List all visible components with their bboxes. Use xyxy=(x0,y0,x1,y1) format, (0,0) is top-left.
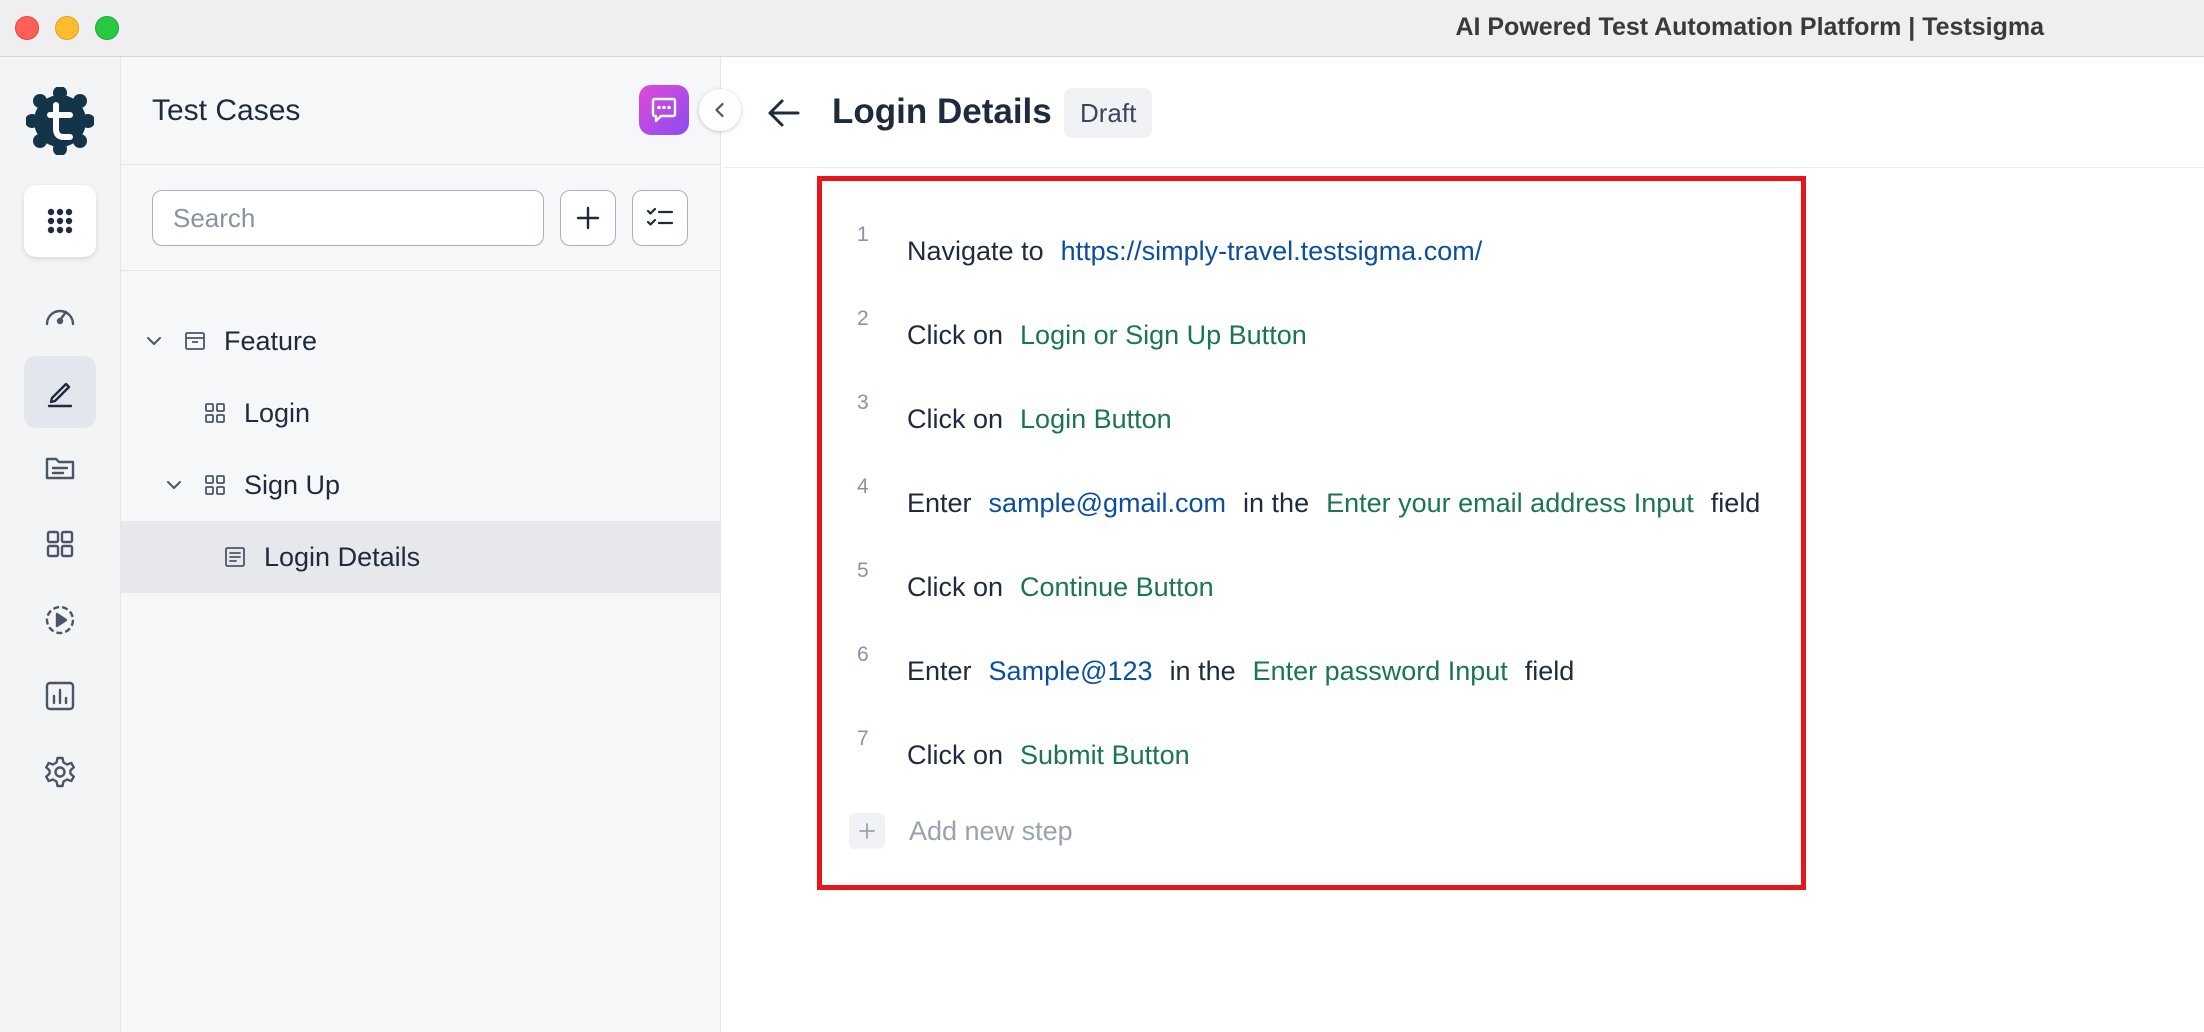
step-element[interactable]: Continue Button xyxy=(1020,572,1214,603)
runs-icon[interactable] xyxy=(24,584,96,656)
chevron-left-icon xyxy=(715,102,724,118)
step-text: Click on Login Button xyxy=(907,404,1172,435)
testsigma-logo-icon[interactable] xyxy=(25,86,95,156)
step-action-text: field xyxy=(1524,655,1575,686)
step-text: Enter Sample@123 in the Enter password Inpu… xyxy=(907,656,1574,687)
step-action-text: Enter xyxy=(907,655,972,686)
ai-chat-button[interactable] xyxy=(639,85,689,135)
divider xyxy=(121,270,721,271)
add-new-step-button[interactable]: Add new step xyxy=(849,813,1073,849)
step-test-data[interactable]: Sample@123 xyxy=(989,656,1153,687)
tree-item-login[interactable]: Login xyxy=(121,377,721,449)
chevron-down-icon[interactable] xyxy=(143,330,165,352)
chevron-down-icon[interactable] xyxy=(163,474,185,496)
tree-item-label: Feature xyxy=(224,325,318,356)
plus-icon xyxy=(849,813,885,849)
step-text: Click on Continue Button xyxy=(907,572,1214,603)
step-element[interactable]: Enter your email address Input xyxy=(1326,488,1694,519)
step-action-text: Navigate to xyxy=(907,235,1044,266)
step-element[interactable]: Login or Sign Up Button xyxy=(1020,320,1307,351)
step-action-text: Click on xyxy=(907,739,1004,770)
add-step-label: Add new step xyxy=(909,815,1073,846)
tree-item-login-details[interactable]: Login Details xyxy=(121,521,721,593)
back-arrow-icon[interactable] xyxy=(762,91,806,135)
maximize-window-button[interactable] xyxy=(95,16,119,40)
step-action-text: Enter xyxy=(907,487,972,518)
step-text: Click on Submit Button xyxy=(907,740,1190,771)
step-element[interactable]: Enter password Input xyxy=(1253,656,1508,687)
highlight-annotation-box xyxy=(817,176,1806,890)
tree-item-label: Sign Up xyxy=(244,469,341,500)
panel-title: Test Cases xyxy=(152,94,301,127)
test-cases-panel: Test Cases Search Feature Login Sign Up … xyxy=(121,57,741,1032)
page-title: Login Details xyxy=(832,92,1052,131)
step-element[interactable]: Submit Button xyxy=(1020,740,1190,771)
step-number: 3 xyxy=(857,391,869,414)
step-number: 5 xyxy=(857,559,869,582)
collapse-panel-button[interactable] xyxy=(699,89,741,131)
dashboard-icon[interactable] xyxy=(24,280,96,352)
apps-grid-icon[interactable] xyxy=(24,185,96,257)
step-number: 6 xyxy=(857,643,869,666)
step-number: 4 xyxy=(857,475,869,498)
divider xyxy=(722,167,2204,168)
window-titlebar: AI Powered Test Automation Platform | Te… xyxy=(0,0,2204,57)
tree-item-label: Login Details xyxy=(264,541,421,572)
step-text: Navigate to https://simply-travel.testsig… xyxy=(907,236,1482,267)
step-number: 7 xyxy=(857,727,869,750)
test-case-icon xyxy=(225,547,245,567)
requirement-icon xyxy=(205,475,225,495)
checklist-icon xyxy=(646,207,674,226)
step-number: 2 xyxy=(857,307,869,330)
feature-icon xyxy=(185,332,205,350)
tree-item-label: Login xyxy=(244,397,311,428)
step-text: Click on Login or Sign Up Button xyxy=(907,320,1307,351)
status-badge: Draft xyxy=(1064,88,1153,138)
step-action-text: in the xyxy=(1169,655,1236,686)
step-element[interactable]: Login Button xyxy=(1020,404,1172,435)
nav-rail xyxy=(0,57,121,1032)
step-action-text: Click on xyxy=(907,571,1004,602)
requirement-icon xyxy=(205,403,225,423)
close-window-button[interactable] xyxy=(15,16,39,40)
test-case-editor: Login Details Draft 1 Navigate to https://… xyxy=(722,57,2204,1032)
divider xyxy=(121,164,721,165)
test-cases-icon[interactable] xyxy=(24,356,96,428)
search-input[interactable] xyxy=(152,190,544,246)
tree-item-sign-up[interactable]: Sign Up xyxy=(121,449,721,521)
settings-icon[interactable] xyxy=(24,736,96,808)
step-number: 1 xyxy=(857,223,869,246)
step-action-text: Click on xyxy=(907,403,1004,434)
test-data-icon[interactable] xyxy=(24,432,96,504)
step-test-data[interactable]: sample@gmail.com xyxy=(989,488,1226,519)
step-action-text: field xyxy=(1710,487,1761,518)
reports-icon[interactable] xyxy=(24,660,96,732)
chat-icon xyxy=(651,97,677,123)
add-test-case-button[interactable] xyxy=(560,190,616,246)
tree-item-feature[interactable]: Feature xyxy=(121,305,721,377)
window-title: AI Powered Test Automation Platform | Te… xyxy=(1455,13,2044,41)
step-text: Enter sample@gmail.com in the Enter your em… xyxy=(907,488,1760,519)
bulk-select-button[interactable] xyxy=(632,190,688,246)
plus-icon xyxy=(576,206,600,230)
step-action-text: Click on xyxy=(907,319,1004,350)
step-test-data[interactable]: https://simply-travel.testsigma.com/ xyxy=(1061,236,1483,267)
step-action-text: in the xyxy=(1243,487,1310,518)
elements-icon[interactable] xyxy=(24,508,96,580)
minimize-window-button[interactable] xyxy=(55,16,79,40)
